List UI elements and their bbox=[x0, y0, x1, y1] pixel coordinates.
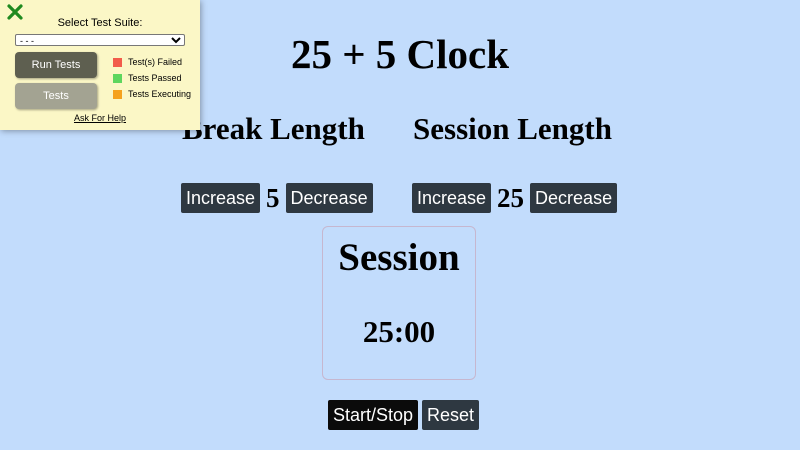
legend-tests-executing: Tests Executing bbox=[113, 89, 191, 99]
break-length-controls: Increase 5 Decrease bbox=[181, 183, 373, 213]
break-length-label: Break Length bbox=[182, 111, 365, 146]
break-decrement-button[interactable]: Decrease bbox=[285, 183, 373, 213]
run-tests-button[interactable]: Run Tests bbox=[15, 52, 97, 78]
legend-tests-passed: Tests Passed bbox=[113, 73, 182, 83]
session-length-label: Session Length bbox=[413, 111, 612, 146]
legend-label: Tests Passed bbox=[128, 73, 182, 83]
reset-button[interactable]: Reset bbox=[422, 400, 480, 430]
ask-for-help-link[interactable]: Ask For Help bbox=[0, 113, 200, 123]
break-increment-button[interactable]: Increase bbox=[181, 183, 261, 213]
session-length-controls: Increase 25 Decrease bbox=[412, 183, 618, 213]
test-suite-panel: Select Test Suite: - - - Run Tests Tests… bbox=[0, 0, 200, 130]
passed-swatch bbox=[113, 73, 122, 83]
test-suite-select[interactable]: - - - bbox=[15, 34, 185, 46]
time-left: 25:00 bbox=[362, 314, 436, 349]
executing-swatch bbox=[113, 89, 122, 99]
legend-label: Tests Executing bbox=[128, 89, 192, 99]
test-suite-label: Select Test Suite: bbox=[57, 17, 143, 29]
legend-label: Test(s) Failed bbox=[128, 57, 183, 67]
timer-display: Session 25:00 bbox=[322, 226, 476, 380]
session-decrement-button[interactable]: Decrease bbox=[530, 183, 618, 213]
failed-swatch bbox=[113, 57, 122, 67]
session-length-value: 25 bbox=[497, 183, 525, 213]
break-length-value: 5 bbox=[266, 183, 280, 213]
tests-button[interactable]: Tests bbox=[15, 83, 97, 109]
legend-tests-failed: Test(s) Failed bbox=[113, 57, 182, 67]
start-stop-button[interactable]: Start/Stop bbox=[328, 400, 419, 430]
session-increment-button[interactable]: Increase bbox=[412, 183, 492, 213]
timer-label: Session bbox=[338, 236, 460, 279]
